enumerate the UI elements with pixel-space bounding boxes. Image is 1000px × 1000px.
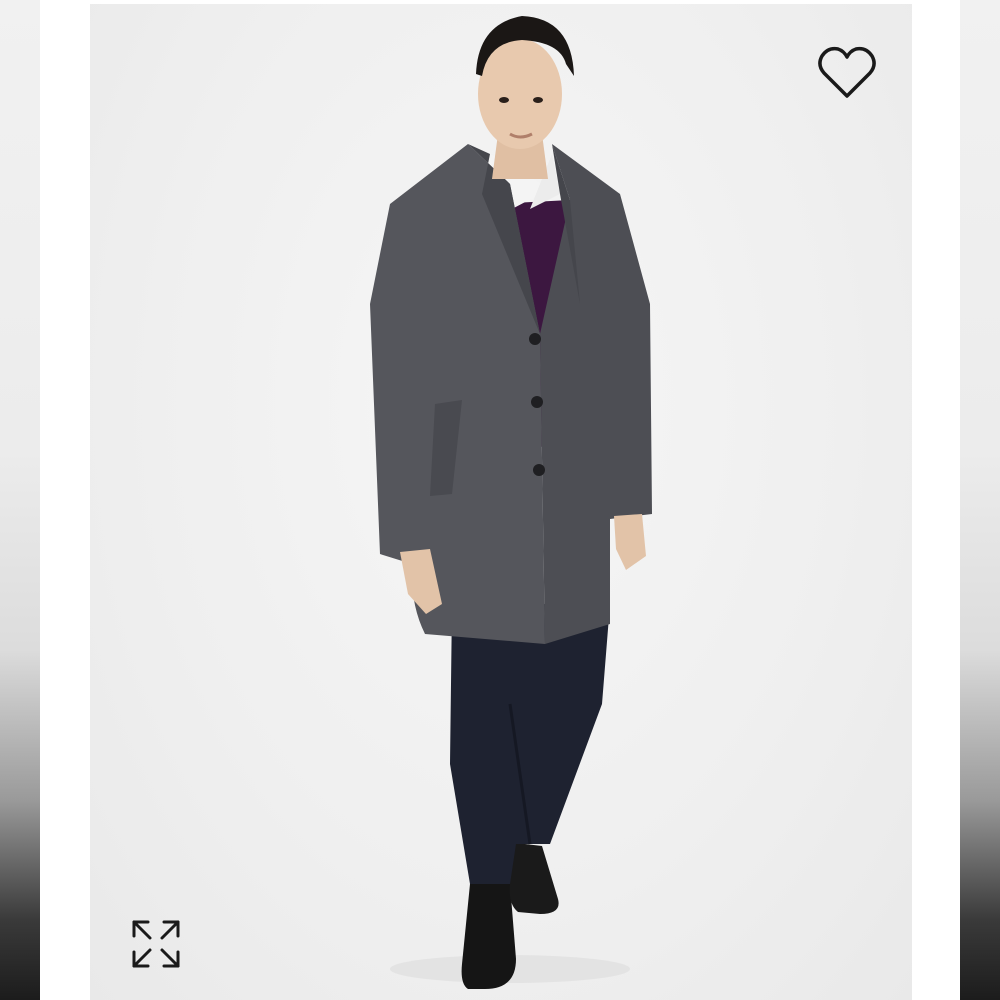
expand-arrows-icon [132, 920, 180, 968]
favorite-button[interactable] [812, 38, 882, 108]
product-image-frame [90, 4, 912, 1000]
left-shoe [461, 884, 516, 989]
coat-button-3 [533, 464, 545, 476]
face [478, 39, 562, 149]
expand-image-button[interactable] [124, 912, 188, 976]
right-backdrop-strip [960, 0, 1000, 1000]
right-shoe [508, 842, 559, 914]
right-hand [614, 514, 646, 570]
left-backdrop-strip [0, 0, 40, 1000]
coat-button-2 [531, 396, 543, 408]
product-photo [370, 16, 652, 989]
heart-outline-icon [818, 46, 876, 98]
coat-button-1 [529, 333, 541, 345]
product-image-viewer [0, 0, 1000, 1000]
